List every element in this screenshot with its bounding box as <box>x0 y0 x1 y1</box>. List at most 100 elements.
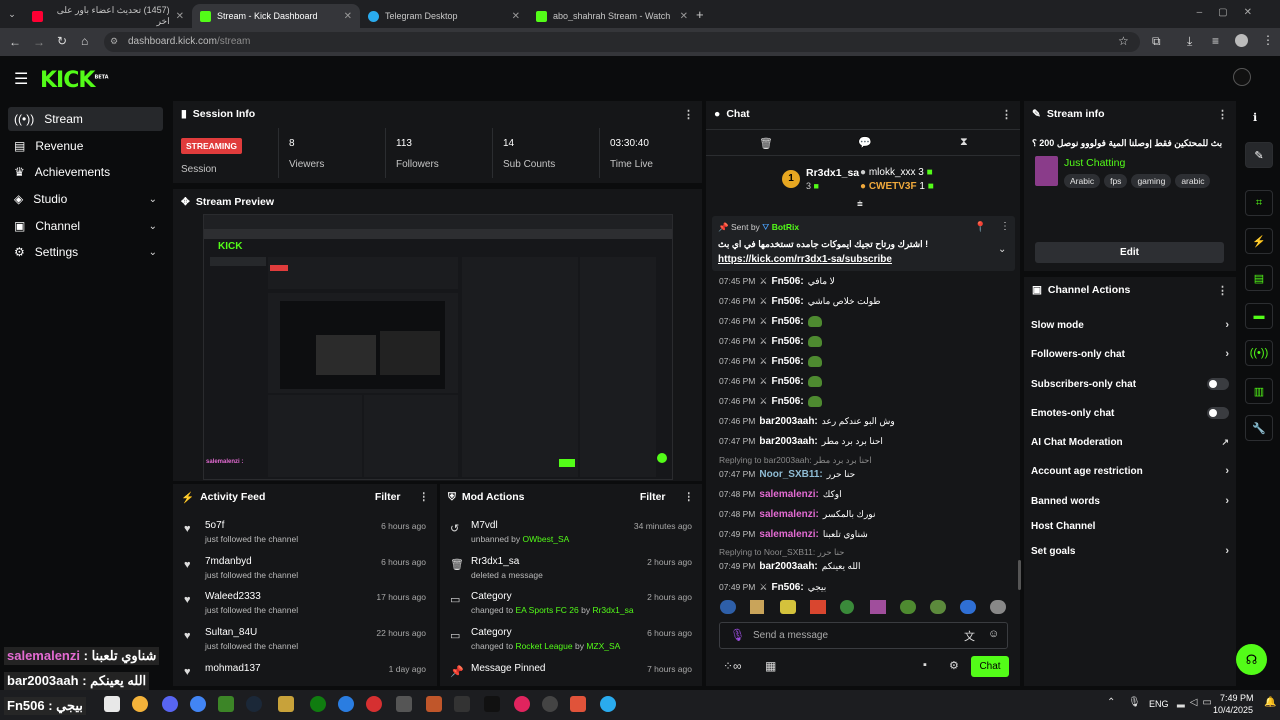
profile-avatar[interactable] <box>1235 34 1248 47</box>
user-avatar[interactable] <box>1233 68 1251 86</box>
message-username[interactable]: salemalenzi: <box>759 529 818 540</box>
close-icon[interactable]: ✕ <box>512 11 520 22</box>
app-icon[interactable] <box>278 696 294 712</box>
steam-icon[interactable] <box>246 696 262 712</box>
app-icon[interactable] <box>454 696 470 712</box>
list-item[interactable]: 📌 Message Pinned 7 hours ago <box>446 663 696 685</box>
broadcast-button[interactable]: ((•)) <box>1245 340 1273 366</box>
lightning-button[interactable]: ⚡ <box>1245 228 1273 254</box>
tiktok-icon[interactable] <box>484 696 500 712</box>
message-username[interactable]: bar2003aah: <box>759 561 817 572</box>
tag[interactable]: gaming <box>1131 174 1172 188</box>
hourglass-icon[interactable]: ⧗ <box>960 136 968 149</box>
pinned-link[interactable]: https://kick.com/rr3dx1-sa/subscribe <box>718 254 892 265</box>
trash-icon[interactable]: 🗑 <box>759 137 773 150</box>
message-username[interactable]: salemalenzi: <box>759 489 818 500</box>
emote[interactable] <box>870 600 886 614</box>
window-controls[interactable]: –▢✕ <box>1197 7 1268 18</box>
list-item[interactable]: ↺ M7vdl unbanned by OWbest_SA 34 minutes ag… <box>446 520 696 554</box>
app-icon[interactable] <box>396 696 412 712</box>
emote[interactable] <box>780 600 796 614</box>
chrome-icon[interactable] <box>190 696 206 712</box>
kick-logo[interactable]: KICKBETA <box>40 68 109 93</box>
close-icon[interactable]: ✕ <box>344 11 352 22</box>
translate-icon[interactable]: 文 <box>964 628 975 644</box>
network-volume-battery-icon[interactable]: ▂◁▭ <box>1177 697 1217 708</box>
emote[interactable] <box>930 600 946 614</box>
list-item[interactable]: 🗑 Rr3dx1_sa deleted a message 2 hours ago <box>446 556 696 590</box>
tag[interactable]: fps <box>1104 174 1128 188</box>
emote[interactable] <box>720 600 736 614</box>
chat-message[interactable]: 07:49 PM ⚔ Fn506: بيجي <box>719 579 826 595</box>
app-icon[interactable] <box>426 696 442 712</box>
file-explorer-icon[interactable] <box>104 696 120 712</box>
expand-leaderboard-icon[interactable]: ⩧ <box>857 199 863 210</box>
telegram-icon[interactable] <box>600 696 616 712</box>
app-icon[interactable] <box>338 696 354 712</box>
emote[interactable] <box>750 600 764 614</box>
mod-desc-link[interactable]: OWbest_SA <box>523 534 570 544</box>
list-item[interactable]: ▭ Category changed to Rocket League by MZX… <box>446 627 696 661</box>
host-channel-item[interactable]: Host Channel <box>1031 516 1229 536</box>
edit-layout-button[interactable]: ✎ <box>1245 142 1273 168</box>
close-icon[interactable]: ✕ <box>176 11 184 22</box>
chevron-down-icon[interactable]: ⌄ <box>998 244 1006 255</box>
clip-button[interactable]: ⌗ <box>1245 190 1273 216</box>
slow-mode-item[interactable]: Slow mode › <box>1031 315 1229 335</box>
chat-message[interactable]: 07:49 PM bar2003aah: الله يعينكم <box>719 558 861 574</box>
chat-message[interactable]: 07:46 PM ⚔ Fn506: <box>719 373 822 389</box>
account-age-item[interactable]: Account age restriction › <box>1031 461 1229 481</box>
stream-preview-video[interactable]: KICK salemalenzi : <box>203 214 673 480</box>
sidebar-item-settings[interactable]: ⚙ Settings ⌄ <box>8 240 163 264</box>
message-username[interactable]: bar2003aah: <box>759 416 817 427</box>
chat-message[interactable]: 07:45 PM ⚔ Fn506: لا مافي <box>719 273 835 289</box>
new-tab-button[interactable]: + <box>696 7 716 22</box>
extensions-icon[interactable]: ⧉ <box>1152 34 1161 49</box>
reload-icon[interactable]: ↻ <box>57 34 67 48</box>
chat-message[interactable]: 07:46 PM ⚔ Fn506: طولت خلاص ماشي <box>719 293 881 309</box>
emoji-icon[interactable]: ☺ <box>988 628 999 640</box>
message-username[interactable]: Fn506: <box>771 336 803 347</box>
sidebar-item-stream[interactable]: ((•)) Stream <box>8 107 163 131</box>
close-icon[interactable]: ✕ <box>680 11 688 22</box>
app-icon[interactable] <box>366 696 382 712</box>
store-icon[interactable]: ▦ <box>765 659 776 673</box>
mod-desc-link[interactable]: Rr3dx1_sa <box>592 605 633 615</box>
hamburger-menu-icon[interactable]: ☰ <box>14 69 28 89</box>
app-icon[interactable] <box>542 696 558 712</box>
chat-message[interactable]: 07:46 PM ⚔ Fn506: <box>719 333 822 349</box>
bookmark-star-icon[interactable]: ☆ <box>1118 34 1129 48</box>
more-options-icon[interactable]: ⋮ <box>683 108 694 121</box>
tag[interactable]: arabic <box>1175 174 1211 188</box>
clock-date[interactable]: 10/4/2025 <box>1213 705 1253 715</box>
mod-desc-link[interactable]: Rocket League <box>515 641 572 651</box>
emote[interactable] <box>840 600 854 614</box>
ai-moderation-item[interactable]: AI Chat Moderation ↗ <box>1031 432 1229 452</box>
leader-row[interactable]: ● CWETV3F 1 ■ <box>860 181 934 192</box>
list-item[interactable]: ♥ Sultan_84U just followed the channel 22 h… <box>180 627 430 661</box>
set-goals-item[interactable]: Set goals › <box>1031 541 1229 561</box>
minecraft-icon[interactable] <box>218 696 234 712</box>
chat-message[interactable]: 07:46 PM bar2003aah: وش البو عندكم رعد <box>719 413 895 429</box>
chat-bubble-icon[interactable]: 💬 <box>858 136 872 149</box>
chat-message[interactable]: 07:49 PM salemalenzi: شناوي تلعبنا <box>719 526 868 542</box>
message-username[interactable]: Fn506: <box>771 376 803 387</box>
leader-name[interactable]: Rr3dx1_sa <box>806 167 859 179</box>
more-options-icon[interactable]: ⋮ <box>684 491 695 503</box>
forward-icon[interactable]: → <box>33 35 45 49</box>
notification-icon[interactable]: 🔔 <box>1264 697 1276 708</box>
url-field[interactable]: dashboard.kick.com/stream <box>104 32 1140 52</box>
media-icon[interactable]: ≡ <box>1212 34 1219 48</box>
filter-button[interactable]: Filter <box>640 491 666 503</box>
app-icon[interactable] <box>514 696 530 712</box>
microphone-icon[interactable]: 🎙 <box>730 628 745 642</box>
info-icon[interactable]: ℹ <box>1253 111 1257 124</box>
support-chat-button[interactable]: ☊ <box>1236 644 1267 675</box>
list-item[interactable]: ♥ mohmad137 1 day ago <box>180 663 430 685</box>
more-options-icon[interactable]: ⋮ <box>1000 221 1010 232</box>
chat-message[interactable]: 07:46 PM ⚔ Fn506: <box>719 393 822 409</box>
sidebar-item-channel[interactable]: ▣ Channel ⌄ <box>8 214 163 238</box>
list-item[interactable]: ♥ Waleed2333 just followed the channel 17 h… <box>180 591 430 625</box>
browser-tab[interactable]: (1457) تحديث اعضاء باور على اخر ✕ <box>24 4 192 28</box>
chat-message[interactable]: 07:46 PM ⚔ Fn506: <box>719 353 822 369</box>
